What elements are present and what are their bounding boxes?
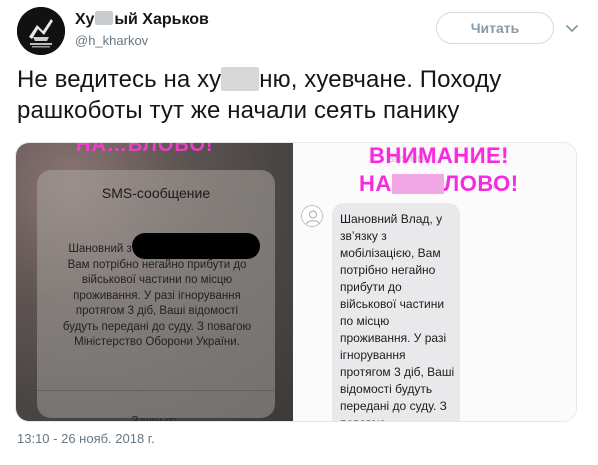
attention-caption-second: НА ЛОВО! — [359, 171, 519, 197]
overlay-caption: НА…ВЛОВО! — [76, 142, 214, 156]
chevron-down-icon — [566, 25, 578, 32]
sms-dialog-title: SMS-сообщение — [101, 185, 211, 201]
censor-block — [95, 11, 114, 25]
divider — [37, 390, 275, 391]
tweet-text: Не ведитесь на ху ню, хуевчане. Походу ра… — [17, 64, 587, 126]
avatar[interactable] — [17, 7, 65, 55]
person-icon — [306, 210, 320, 225]
censor-block — [221, 67, 260, 91]
author-name-start: Ху — [75, 11, 95, 28]
tweet-card: Ху ый Харьков @h_kharkov Читать Не ведите… — [0, 0, 598, 465]
media-attachment[interactable]: НА…ВЛОВО! SMS-сообщение Шановний зʼвязку… — [15, 142, 577, 422]
avatar-logo-icon — [17, 7, 65, 55]
message-text: Шановний Влад, у звʼязку з мобілізацією,… — [340, 212, 455, 421]
follow-button[interactable]: Читать — [436, 12, 554, 44]
author-name-end: ый Харьков — [114, 11, 209, 28]
attention-caption-start: НА — [359, 171, 392, 196]
tweet-text-start: Не ведитесь на ху — [17, 66, 222, 93]
censor-block — [132, 233, 260, 259]
sms-dialog: SMS-сообщение Шановний зʼвязку з мобіліз… — [37, 170, 275, 421]
attention-caption-end: ЛОВО! — [443, 171, 519, 196]
sms-close-button: Закрыть — [130, 413, 182, 422]
attention-caption: ВНИМАНИЕ! — [369, 143, 510, 168]
contact-avatar-icon — [301, 205, 323, 227]
right-screenshot[interactable]: SMS/MMS г. ВНИМАНИЕ! НА ЛОВО! Шановний Вл… — [293, 143, 576, 421]
more-options-button[interactable] — [564, 20, 580, 36]
author-handle[interactable]: @h_kharkov — [75, 33, 148, 48]
message-bubble: Шановний Влад, у звʼязку з мобілізацією,… — [332, 203, 460, 421]
tweet-timestamp[interactable]: 13:10 - 26 нояб. 2018 г. — [17, 431, 155, 446]
left-screenshot[interactable]: НА…ВЛОВО! SMS-сообщение Шановний зʼвязку… — [16, 142, 293, 421]
author-name[interactable]: Ху ый Харьков — [75, 11, 209, 29]
censor-block — [391, 174, 444, 194]
